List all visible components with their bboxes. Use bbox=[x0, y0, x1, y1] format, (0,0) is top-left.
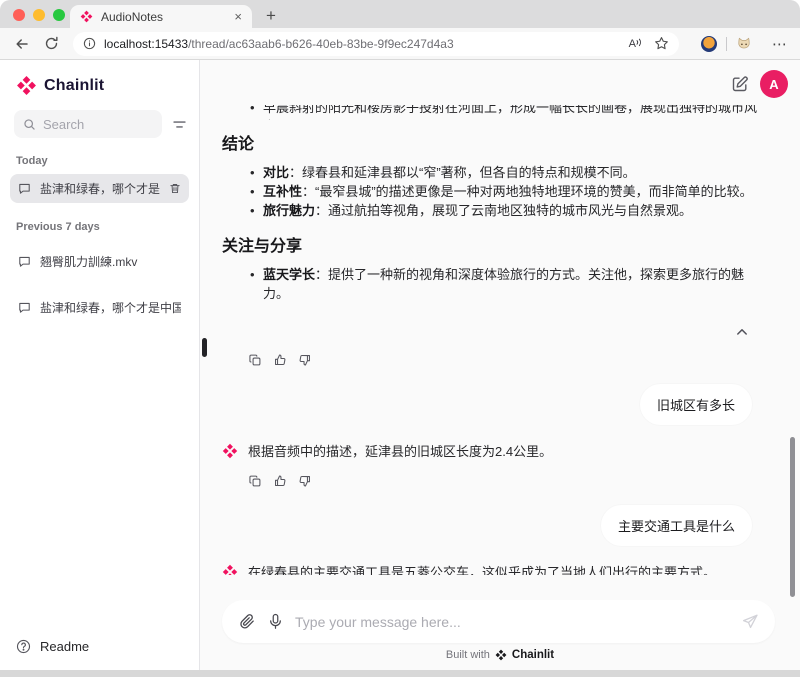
chainlit-app: Chainlit Today 盐津和绿春，哪个才是中... bbox=[0, 60, 800, 670]
share-list: 蓝天学长：提供了一种新的视角和深度体验旅行的方式。关注他，探索更多旅行的魅力。 bbox=[222, 265, 760, 303]
chat-bubble-icon bbox=[18, 301, 31, 314]
chat-bubble-icon bbox=[18, 182, 31, 195]
thumbs-down-icon[interactable] bbox=[298, 353, 312, 367]
section-label-previous: Previous 7 days bbox=[16, 221, 100, 233]
chainlit-logo-icon bbox=[17, 76, 36, 95]
scrollbar-thumb[interactable] bbox=[790, 437, 795, 597]
url-path: /thread/ac63aab6-b626-40eb-83be-9f9ec247… bbox=[188, 36, 454, 51]
list-item: 对比：绿春县和延津县都以“窄”著称，但各自的特点和规模不同。 bbox=[250, 163, 760, 182]
attachment-icon[interactable] bbox=[238, 613, 256, 631]
site-info-icon[interactable] bbox=[83, 37, 96, 50]
tab-close-icon[interactable]: × bbox=[234, 10, 242, 23]
url-text[interactable]: localhost:15433/thread/ac63aab6-b626-40e… bbox=[104, 37, 621, 51]
chat-bubble-icon bbox=[18, 255, 31, 268]
browser-window: AudioNotes × + localhost:15433/thread/ac… bbox=[0, 0, 800, 677]
minimize-window-button[interactable] bbox=[33, 9, 45, 21]
watermark-brand: Chainlit bbox=[511, 649, 555, 661]
user-message: 主要交通工具是什么 bbox=[222, 505, 752, 546]
tab-title: AudioNotes bbox=[101, 9, 164, 24]
clipped-message-text: 早晨斜射的阳光和楼房影子投射在河面上，形成一幅长长的画卷，展现出独特的城市风光。 bbox=[222, 105, 760, 120]
list-item: 旅行魅力：通过航拍等视角，展现了云南地区独特的城市风光与自然景观。 bbox=[250, 201, 760, 220]
chainlit-logo-icon bbox=[495, 649, 507, 661]
pet-extension-icon[interactable] bbox=[736, 36, 752, 52]
user-message-bubble: 主要交通工具是什么 bbox=[600, 505, 752, 546]
refresh-icon[interactable] bbox=[44, 36, 59, 51]
list-item: 蓝天学长：提供了一种新的视角和深度体验旅行的方式。关注他，探索更多旅行的魅力。 bbox=[250, 265, 760, 303]
read-aloud-icon[interactable]: A bbox=[629, 38, 642, 50]
main-panel: A 早晨斜射的阳光和楼房影子投射在河面上，形成一幅长长的画卷，展现出独特的城市风… bbox=[200, 60, 800, 670]
main-header: A bbox=[731, 70, 788, 98]
search-row bbox=[0, 110, 199, 138]
user-message-bubble: 旧城区有多长 bbox=[639, 384, 752, 425]
thread-item[interactable]: 翘臀肌力訓練.mkv bbox=[10, 247, 189, 276]
browser-tab-audionotes[interactable]: AudioNotes × bbox=[70, 5, 252, 28]
browser-extension-icon[interactable] bbox=[701, 35, 717, 52]
list-item: 互补性：“最窄县城”的描述更像是一种对两地独特地理环境的赞美，而非简单的比较。 bbox=[250, 182, 760, 201]
copy-icon[interactable] bbox=[248, 353, 262, 367]
new-chat-icon[interactable] bbox=[731, 75, 749, 93]
conclusion-list: 对比：绿春县和延津县都以“窄”著称，但各自的特点和规模不同。 互补性：“最窄县城… bbox=[222, 163, 760, 220]
divider bbox=[726, 36, 727, 51]
zoom-window-button[interactable] bbox=[53, 9, 65, 21]
watermark[interactable]: Built with Chainlit bbox=[200, 649, 800, 661]
copy-icon[interactable] bbox=[248, 474, 262, 488]
message-thread: 早晨斜射的阳光和楼房影子投射在河面上，形成一幅长长的画卷，展现出独特的城市风光。… bbox=[200, 60, 784, 575]
thread-item-active[interactable]: 盐津和绿春，哪个才是中... bbox=[10, 174, 189, 203]
thumbs-up-icon[interactable] bbox=[273, 353, 287, 367]
chainlit-avatar-icon bbox=[222, 564, 238, 575]
browser-toolbar: localhost:15433/thread/ac63aab6-b626-40e… bbox=[0, 28, 800, 60]
brand: Chainlit bbox=[0, 60, 199, 108]
mic-icon[interactable] bbox=[267, 613, 284, 630]
thread-title: 盐津和绿春，哪个才是中国... bbox=[40, 301, 181, 315]
browser-tab-strip: AudioNotes × + bbox=[0, 0, 800, 28]
user-message: 旧城区有多长 bbox=[222, 384, 752, 425]
extensions-area bbox=[701, 35, 752, 52]
assistant-message: 在绿春县的主要交通工具是五菱公交车，这似乎成为了当地人们出行的主要方式。 bbox=[222, 563, 760, 575]
readme-label: Readme bbox=[40, 639, 90, 654]
message-actions bbox=[248, 474, 760, 488]
address-bar-actions: A bbox=[629, 36, 669, 51]
sidebar: Chainlit Today 盐津和绿春，哪个才是中... bbox=[0, 60, 200, 670]
chainlit-favicon-icon bbox=[80, 10, 93, 23]
assistant-message: 根据音频中的描述，延津县的旧城区长度为2.4公里。 bbox=[222, 442, 760, 461]
section-label-today: Today bbox=[16, 155, 48, 167]
chevron-up-icon[interactable] bbox=[734, 324, 750, 340]
thumbs-up-icon[interactable] bbox=[273, 474, 287, 488]
search-input[interactable] bbox=[43, 116, 153, 132]
sidebar-resize-handle[interactable] bbox=[202, 338, 207, 357]
chainlit-avatar-icon bbox=[222, 443, 238, 459]
built-with-label: Built with bbox=[445, 649, 490, 661]
window-bottom-edge bbox=[0, 670, 800, 677]
message-composer[interactable] bbox=[222, 600, 775, 643]
thumbs-down-icon[interactable] bbox=[298, 474, 312, 488]
help-icon bbox=[16, 639, 31, 654]
brand-name: Chainlit bbox=[44, 76, 105, 94]
section-heading: 结论 bbox=[222, 136, 255, 153]
message-input[interactable] bbox=[295, 613, 730, 630]
thread-title: 翘臀肌力訓練.mkv bbox=[40, 255, 138, 269]
assistant-message-text: 根据音频中的描述，延津县的旧城区长度为2.4公里。 bbox=[248, 444, 553, 459]
assistant-message-text: 在绿春县的主要交通工具是五菱公交车，这似乎成为了当地人们出行的主要方式。 bbox=[248, 565, 717, 575]
collapse-row bbox=[222, 324, 750, 340]
url-host: localhost:15433 bbox=[104, 36, 189, 51]
filter-icon[interactable] bbox=[172, 117, 187, 132]
search-box[interactable] bbox=[14, 110, 162, 138]
back-icon[interactable] bbox=[14, 36, 30, 52]
favorite-star-icon[interactable] bbox=[654, 36, 669, 51]
trash-icon[interactable] bbox=[169, 182, 181, 195]
thread-item[interactable]: 盐津和绿春，哪个才是中国... bbox=[10, 293, 189, 322]
window-controls bbox=[13, 9, 65, 21]
section-heading: 关注与分享 bbox=[222, 238, 303, 255]
message-actions bbox=[248, 353, 760, 367]
browser-menu-icon[interactable]: ⋯ bbox=[772, 35, 788, 53]
close-window-button[interactable] bbox=[13, 9, 25, 21]
user-avatar[interactable]: A bbox=[760, 70, 788, 98]
address-bar[interactable]: localhost:15433/thread/ac63aab6-b626-40e… bbox=[73, 31, 679, 56]
search-icon bbox=[23, 118, 36, 131]
send-icon[interactable] bbox=[741, 613, 759, 631]
thread-title: 盐津和绿春，哪个才是中... bbox=[40, 182, 160, 196]
new-tab-button[interactable]: + bbox=[266, 7, 276, 28]
readme-link[interactable]: Readme bbox=[0, 625, 199, 670]
